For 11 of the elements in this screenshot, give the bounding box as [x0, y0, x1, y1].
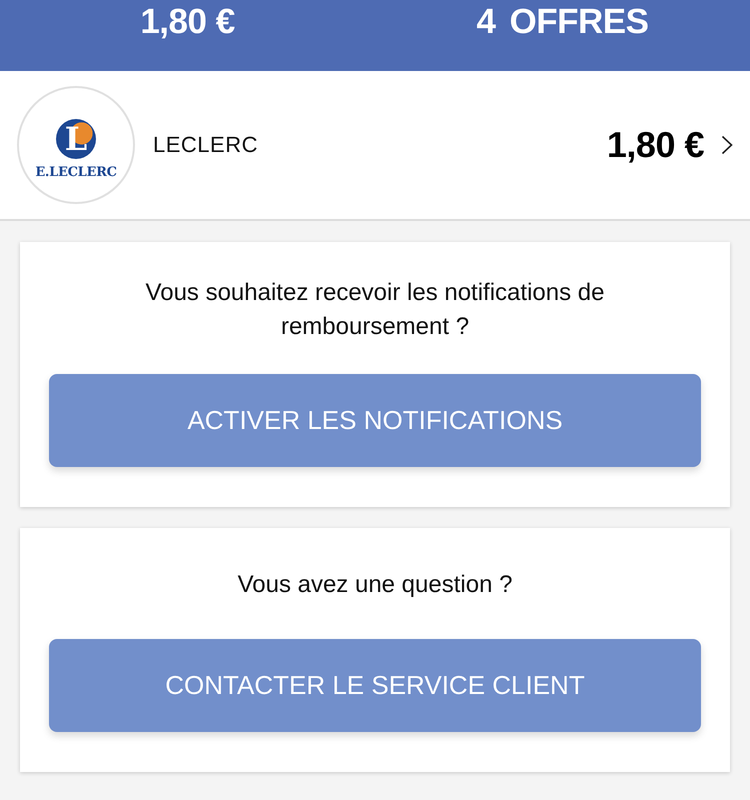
chevron-right-icon [721, 135, 733, 155]
store-name: LECLERC [153, 132, 259, 158]
card-message: Vous avez une question ? [238, 570, 512, 600]
card-message: Vous souhaitez recevoir les notifications de remboursement ? [144, 278, 606, 342]
offers-count: 4 [476, 2, 496, 42]
store-amount: 1,80 € [606, 124, 704, 166]
logo-wordmark: E.LECLERC [35, 164, 117, 180]
card-button[interactable]: ACTIVER LES NOTIFICATIONS [49, 374, 701, 467]
offers-label: OFFRES [510, 2, 648, 42]
total-amount: 1,80 € [140, 2, 235, 42]
card-button[interactable]: CONTACTER LE SERVICE CLIENT [49, 639, 701, 732]
